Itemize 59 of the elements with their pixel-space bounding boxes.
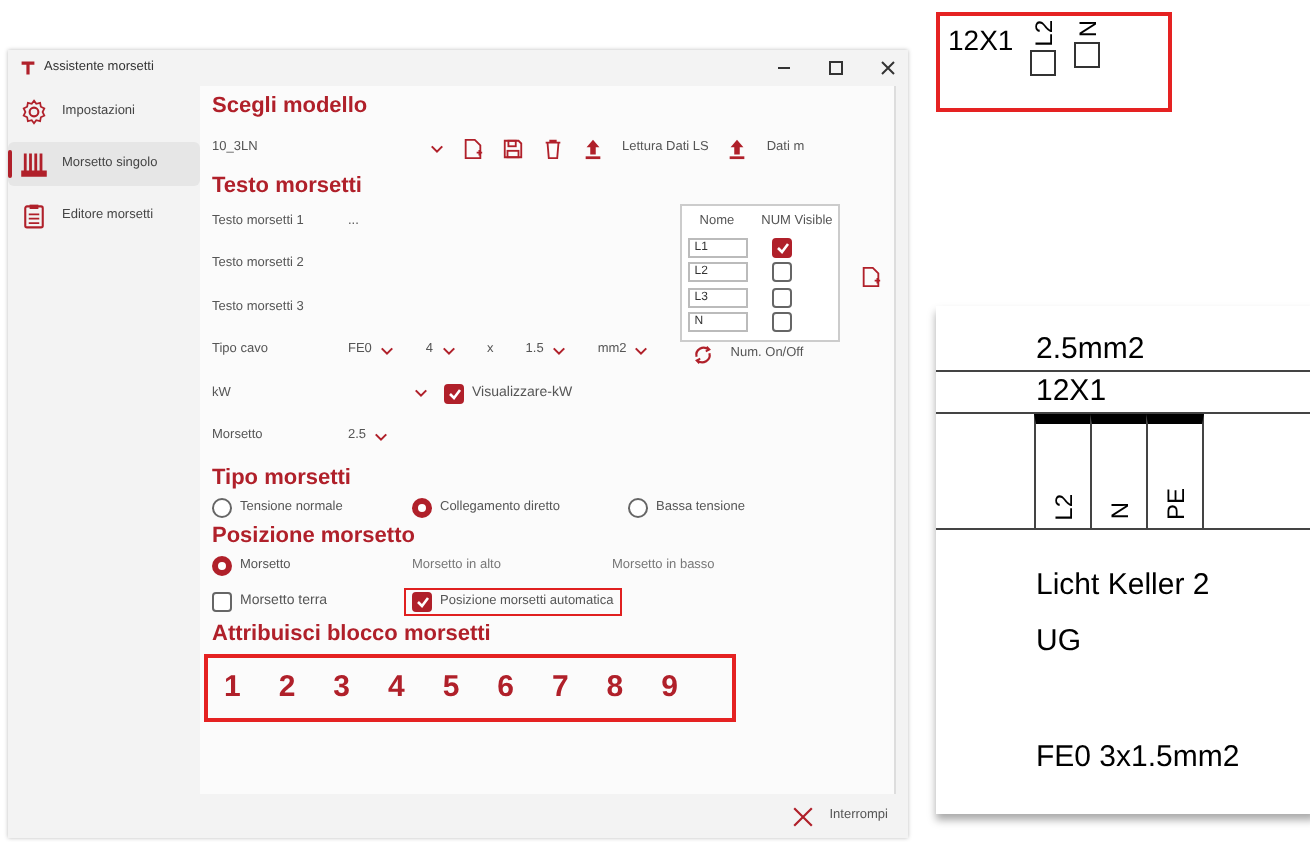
checkbox[interactable] — [772, 237, 793, 258]
new-document-icon[interactable] — [462, 137, 484, 159]
block-number[interactable]: 5 — [442, 666, 498, 710]
terminal-square — [1030, 50, 1057, 77]
block-number[interactable]: 1 — [224, 666, 279, 710]
chevron-down-icon — [551, 345, 566, 356]
radio-button[interactable] — [628, 498, 648, 518]
checkbox[interactable] — [772, 312, 793, 333]
block-number[interactable]: 6 — [497, 666, 552, 710]
block-number[interactable]: 4 — [387, 666, 443, 710]
terminal-strip-icon — [20, 150, 48, 178]
label-title: 12X1 — [948, 22, 1014, 60]
checkbox[interactable] — [772, 287, 793, 308]
new-document-icon[interactable] — [860, 265, 883, 287]
terminal-label: L2 — [1029, 20, 1058, 47]
section-heading: Tipo morsetti — [212, 466, 353, 492]
checkbox[interactable] — [212, 592, 232, 612]
chevron-down-icon — [379, 345, 394, 356]
upload-icon[interactable] — [582, 137, 604, 159]
section-heading: Posizione morsetto — [212, 524, 417, 550]
block-number[interactable]: 7 — [551, 666, 607, 710]
section-heading: Testo morsetti — [212, 174, 364, 200]
cable-text: FE0 3x1.5mm2 — [1034, 738, 1242, 778]
trash-icon[interactable] — [542, 137, 564, 159]
block-number[interactable]: 2 — [278, 666, 334, 710]
terminal-label: PE — [1161, 487, 1189, 520]
section-heading: Scegli modello — [212, 94, 370, 120]
chevron-down-icon — [430, 143, 444, 153]
strip-name: 12X1 — [1034, 372, 1109, 412]
section-heading: Attribuisci blocco morsetti — [212, 622, 493, 648]
app-logo-icon — [20, 60, 36, 76]
chevron-down-icon — [374, 431, 389, 442]
description-text: Licht Keller 2 — [1034, 566, 1212, 606]
terminal-square — [1074, 41, 1101, 68]
chevron-down-icon — [414, 388, 428, 399]
radio-button[interactable] — [212, 556, 232, 576]
terminal-label: L2 — [1049, 493, 1077, 520]
description-text: UG — [1034, 622, 1083, 662]
block-number[interactable]: 3 — [333, 666, 388, 710]
close-icon — [791, 805, 814, 827]
radio-button[interactable] — [212, 498, 232, 518]
chevron-down-icon — [441, 345, 456, 356]
close-icon[interactable] — [880, 60, 896, 76]
checkbox[interactable] — [444, 383, 464, 404]
gear-icon — [20, 98, 48, 126]
upload-icon[interactable] — [726, 137, 749, 159]
cross-section-text: 2.5mm2 — [1034, 330, 1147, 370]
block-number[interactable]: 9 — [661, 666, 716, 710]
terminal-label: N — [1105, 502, 1133, 520]
block-number[interactable]: 8 — [606, 666, 662, 710]
clipboard-icon — [20, 202, 48, 230]
refresh-icon[interactable] — [692, 343, 715, 365]
radio-button[interactable] — [412, 498, 432, 518]
checkbox[interactable] — [772, 262, 793, 283]
terminal-label: N — [1073, 20, 1102, 38]
checkbox[interactable] — [412, 592, 432, 612]
chevron-down-icon — [634, 345, 649, 356]
maximize-icon[interactable] — [828, 60, 844, 76]
save-icon[interactable] — [502, 137, 524, 159]
